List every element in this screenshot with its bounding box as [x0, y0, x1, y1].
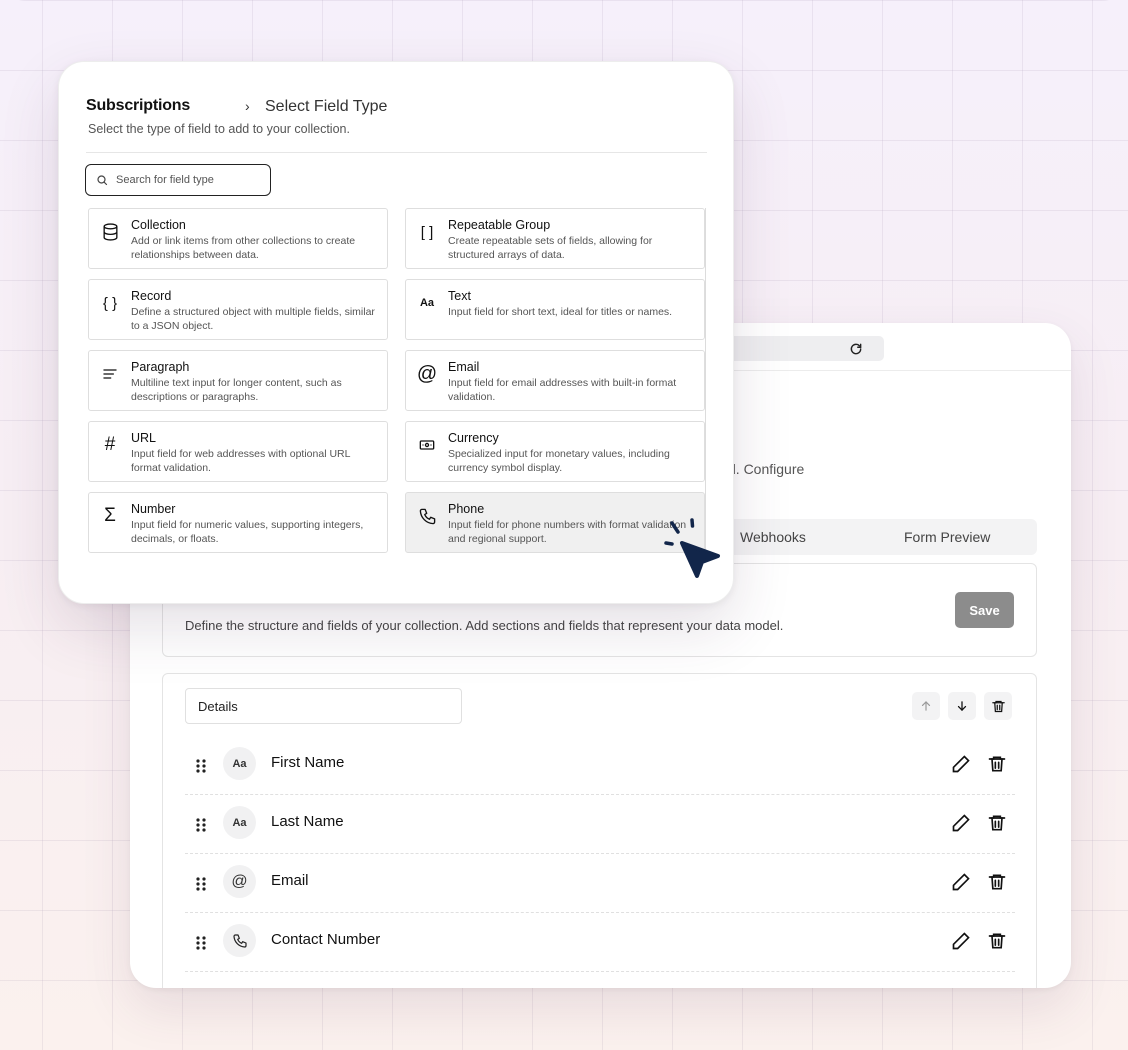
page-title: Select Field Type — [265, 98, 388, 115]
tab-webhooks[interactable]: Webhooks — [740, 529, 806, 545]
card-description: Define a structured object with multiple… — [131, 306, 375, 332]
delete-icon[interactable] — [987, 872, 1007, 892]
text-type-icon: Aa — [223, 806, 256, 839]
breadcrumb-root[interactable]: Subscriptions — [86, 97, 190, 115]
search-icon — [97, 175, 108, 186]
hash-icon: # — [104, 434, 116, 455]
database-icon — [99, 221, 121, 243]
braces-icon: { } — [102, 294, 118, 312]
move-down-icon[interactable] — [948, 692, 976, 720]
field-type-card-repeatable-group[interactable]: [ ] Repeatable Group Create repeatable s… — [405, 208, 705, 269]
brackets-icon: [ ] — [420, 223, 434, 241]
drag-handle-icon[interactable] — [195, 876, 207, 892]
edit-icon[interactable] — [951, 872, 971, 892]
section-title-input[interactable]: Details — [185, 688, 462, 724]
field-type-card-phone[interactable]: Phone Input field for phone numbers with… — [405, 492, 705, 553]
phone-icon — [223, 924, 256, 957]
card-title: Paragraph — [131, 360, 190, 374]
chevron-right-icon: › — [245, 98, 250, 114]
card-description: Input field for numeric values, supporti… — [131, 519, 364, 545]
card-description: Input field for email addresses with bui… — [448, 377, 677, 403]
card-description: Input field for phone numbers with forma… — [448, 519, 687, 545]
drag-handle-icon[interactable] — [195, 935, 207, 951]
search-input[interactable] — [116, 171, 266, 189]
field-type-card-paragraph[interactable]: Paragraph Multiline text input for longe… — [88, 350, 388, 411]
delete-icon[interactable] — [987, 754, 1007, 774]
cursor-click-icon — [664, 518, 720, 578]
card-description: Multiline text input for longer content,… — [131, 377, 342, 403]
at-icon: @ — [416, 362, 438, 385]
section-description: Define the structure and fields of your … — [185, 618, 784, 633]
select-field-type-modal: Subscriptions › Select Field Type Select… — [58, 61, 734, 604]
field-type-card-email[interactable]: @ Email Input field for email addresses … — [405, 350, 705, 411]
modal-subtitle: Select the type of field to add to your … — [88, 122, 350, 136]
edit-icon[interactable] — [951, 813, 971, 833]
card-title: URL — [131, 431, 157, 445]
delete-icon[interactable] — [987, 813, 1007, 833]
field-type-card-currency[interactable]: Currency Specialized input for monetary … — [405, 421, 705, 482]
field-type-card-url[interactable]: # URL Input field for web addresses with… — [88, 421, 388, 482]
field-type-card-text[interactable]: Aa Text Input field for short text, idea… — [405, 279, 705, 340]
card-title: Number — [131, 502, 176, 516]
at-icon: @ — [223, 865, 256, 898]
move-up-icon[interactable] — [912, 692, 940, 720]
card-description: Add or link items from other collections… — [131, 235, 356, 261]
card-description: Create repeatable sets of fields, allowi… — [448, 235, 653, 261]
page-description: d. Configure — [728, 461, 805, 477]
card-title: Phone — [448, 502, 485, 516]
card-title: Repeatable Group — [448, 218, 551, 232]
sigma-icon: Σ — [104, 505, 116, 526]
field-row[interactable]: @ Email — [185, 854, 1015, 913]
card-title: Collection — [131, 218, 186, 232]
scrollbar[interactable] — [705, 208, 706, 553]
field-name: Last Name — [271, 813, 344, 830]
tab-bar: Webhooks Form Preview — [720, 519, 1037, 555]
edit-icon[interactable] — [951, 931, 971, 951]
edit-icon[interactable] — [951, 754, 971, 774]
text-type-icon: Aa — [223, 747, 256, 780]
field-type-card-record[interactable]: { } Record Define a structured object wi… — [88, 279, 388, 340]
drag-handle-icon[interactable] — [195, 758, 207, 774]
field-row[interactable]: Contact Number — [185, 913, 1015, 972]
card-title: Text — [448, 289, 471, 303]
card-title: Email — [448, 360, 480, 374]
field-row[interactable]: Aa First Name — [185, 736, 1015, 795]
delete-icon[interactable] — [987, 931, 1007, 951]
fields-section: Details Aa First Name Aa Last Name @ Ema… — [162, 673, 1037, 988]
text-type-icon: Aa — [419, 297, 435, 309]
card-title: Record — [131, 289, 172, 303]
card-description: Specialized input for monetary values, i… — [448, 448, 670, 474]
field-type-card-number[interactable]: Σ Number Input field for numeric values,… — [88, 492, 388, 553]
field-row[interactable]: Aa Last Name — [185, 795, 1015, 854]
banknote-icon — [416, 434, 438, 456]
phone-icon — [416, 505, 438, 527]
search-field[interactable] — [85, 164, 271, 196]
field-name: Contact Number — [271, 931, 381, 948]
refresh-icon[interactable] — [846, 340, 866, 358]
field-name: First Name — [271, 754, 345, 771]
paragraph-icon — [99, 363, 121, 385]
divider — [86, 152, 707, 153]
field-type-card-collection[interactable]: Collection Add or link items from other … — [88, 208, 388, 269]
delete-section-icon[interactable] — [984, 692, 1012, 720]
card-description: Input field for short text, ideal for ti… — [448, 306, 673, 318]
card-description: Input field for web addresses with optio… — [131, 448, 351, 474]
field-name: Email — [271, 872, 309, 889]
card-title: Currency — [448, 431, 499, 445]
save-button[interactable]: Save — [955, 592, 1014, 628]
drag-handle-icon[interactable] — [195, 817, 207, 833]
tab-form-preview[interactable]: Form Preview — [904, 529, 990, 545]
